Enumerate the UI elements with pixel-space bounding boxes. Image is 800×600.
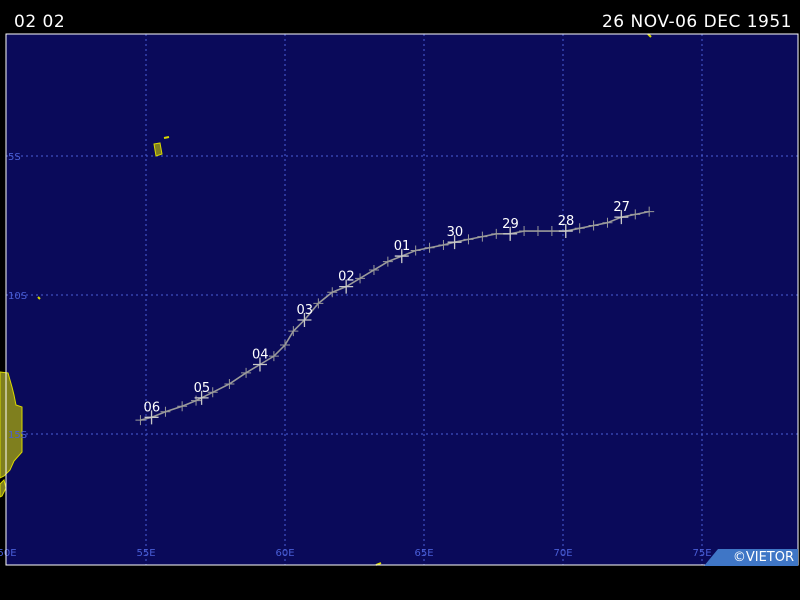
- lat-label: 5S: [8, 152, 21, 163]
- lon-label: 50E: [0, 548, 17, 559]
- lon-label: 60E: [275, 548, 294, 559]
- day-label: 02: [338, 270, 355, 285]
- lat-label: 10S: [8, 291, 27, 302]
- storm-id: 02 02: [14, 12, 66, 32]
- madagascar-tip: [0, 479, 7, 498]
- lon-label: 55E: [136, 548, 155, 559]
- day-label: 30: [447, 225, 464, 240]
- lon-label: 70E: [553, 548, 572, 559]
- day-label: 28: [558, 214, 575, 229]
- small-island: [37, 296, 41, 300]
- day-label: 03: [296, 303, 313, 318]
- day-label: 05: [194, 381, 211, 396]
- small-island: [163, 136, 170, 139]
- date-range: 26 NOV-06 DEC 1951: [601, 12, 792, 32]
- credit-badge: ©VIETOR: [704, 549, 798, 566]
- seychelles-island: [153, 142, 163, 157]
- day-label: 29: [502, 217, 519, 232]
- lat-label: 15S: [8, 430, 27, 441]
- day-label: 27: [613, 200, 630, 215]
- day-label: 06: [144, 400, 161, 415]
- track-map: 50E 55E 60E 65E 70E 75E5S10S15S 2728293001020…: [0, 33, 799, 566]
- lon-label: 65E: [414, 548, 433, 559]
- day-label: 01: [394, 239, 411, 254]
- ocean-background: [6, 34, 798, 565]
- day-label: 04: [252, 348, 269, 363]
